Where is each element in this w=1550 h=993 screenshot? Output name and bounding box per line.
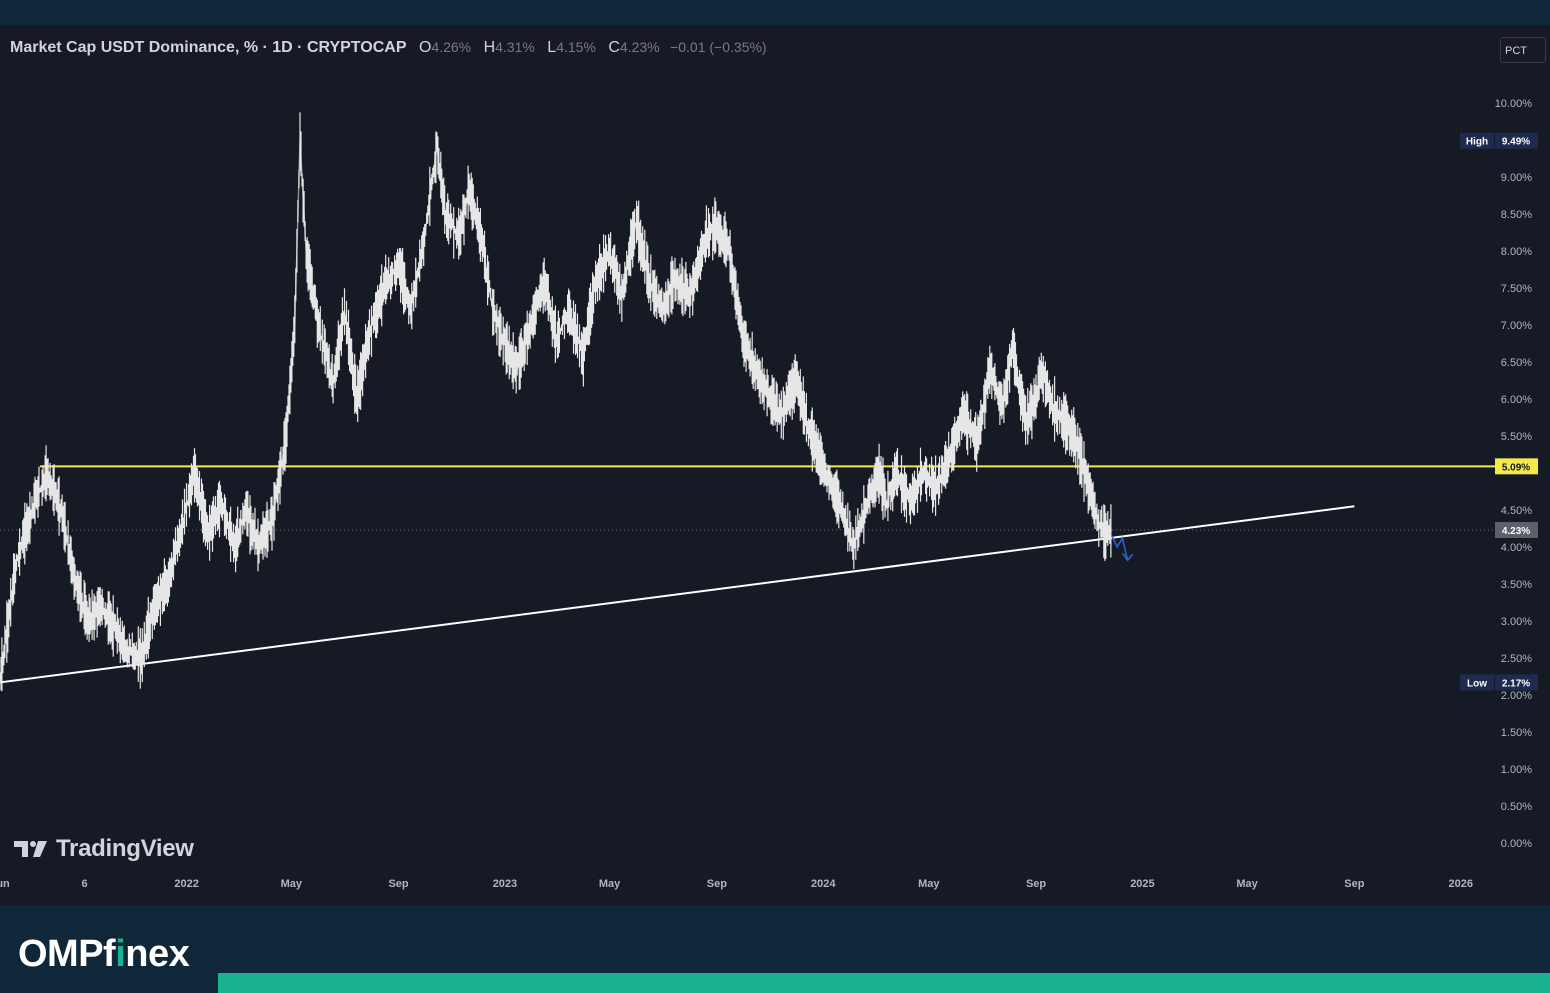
y-tick-label: 6.00% — [1501, 394, 1532, 406]
close-label: C — [608, 39, 620, 56]
high-badge-label: High — [1466, 137, 1488, 148]
x-tick-label: Sep — [707, 878, 727, 890]
tradingview-watermark: TradingView — [14, 835, 194, 863]
high-badge-value: 9.49% — [1502, 137, 1530, 148]
x-tick-label: May — [599, 878, 621, 890]
x-tick-label: 2025 — [1130, 878, 1154, 890]
y-tick-label: 0.00% — [1501, 838, 1532, 850]
last-price-badge-value: 4.23% — [1502, 526, 1530, 537]
y-tick-label: 8.50% — [1501, 209, 1532, 221]
y-tick-label: 4.00% — [1501, 542, 1532, 554]
y-tick-label: 5.50% — [1501, 431, 1532, 443]
axis-labels-layer: 10.00% 9.00% 8.50% 8.00% 7.50% 7.00% 6.50% 6.00… — [0, 98, 1538, 890]
y-tick-label: 9.00% — [1501, 172, 1532, 184]
low-value: 4.15% — [556, 39, 596, 55]
high-badge: High 9.49% — [1460, 132, 1538, 149]
footer-accent-bar — [218, 973, 1550, 993]
change-value: −0.01 (−0.35%) — [670, 39, 767, 55]
y-tick-label: 2.00% — [1501, 690, 1532, 702]
y-tick-label: 7.50% — [1501, 283, 1532, 295]
x-tick-label: May — [1236, 878, 1258, 890]
y-tick-label: 10.00% — [1495, 98, 1533, 110]
level-badge: 5.09% — [1495, 458, 1538, 475]
y-tick-label: 1.50% — [1501, 727, 1532, 739]
level-badge-value: 5.09% — [1502, 462, 1530, 473]
x-tick-label: May — [918, 878, 940, 890]
x-tick-label: 2026 — [1449, 878, 1473, 890]
projection-arrowhead — [1121, 552, 1134, 562]
high-value: 4.31% — [495, 39, 535, 55]
price-series-layer — [0, 112, 1134, 692]
low-badge-label: Low — [1467, 678, 1487, 689]
y-tick-label: 6.50% — [1501, 357, 1532, 369]
tradingview-logo-icon — [14, 841, 47, 857]
last-price-badge: 4.23% — [1495, 521, 1538, 538]
chart-panel: 10.00% 9.00% 8.50% 8.00% 7.50% 7.00% 6.50% 6.00… — [0, 25, 1550, 905]
price-chart[interactable]: 10.00% 9.00% 8.50% 8.00% 7.50% 7.00% 6.50% 6.00… — [0, 25, 1550, 905]
footer-band: OMPfinex — [0, 905, 1550, 993]
x-tick-label: Sep — [388, 878, 408, 890]
brand-part-1: OMPf — [18, 933, 116, 975]
ompfinex-logo: OMPfinex — [18, 933, 190, 976]
percent-scale-button[interactable]: PCT — [1500, 37, 1546, 63]
low-badge: Low 2.17% — [1460, 674, 1538, 691]
x-tick-label: 2024 — [811, 878, 836, 890]
tradingview-wordmark: TradingView — [56, 835, 194, 862]
y-tick-label: 0.50% — [1501, 801, 1532, 813]
y-tick-label: 8.00% — [1501, 246, 1532, 258]
low-badge-value: 2.17% — [1502, 678, 1530, 689]
x-tick-label: 6 — [82, 878, 88, 890]
top-frame-band — [0, 0, 1550, 25]
close-value: 4.23% — [619, 39, 660, 55]
y-tick-label: 1.00% — [1501, 764, 1532, 776]
open-value: 4.26% — [431, 39, 472, 55]
high-label: H — [483, 39, 496, 56]
y-tick-label: 3.50% — [1501, 579, 1532, 591]
x-tick-label: 2023 — [493, 878, 517, 890]
symbol-title[interactable]: Market Cap USDT Dominance, % · 1D · CRYP… — [10, 39, 407, 56]
x-tick-label: Jun — [0, 878, 10, 890]
y-tick-label: 4.50% — [1501, 505, 1532, 517]
open-label: O — [418, 39, 432, 56]
x-tick-label: Sep — [1344, 878, 1364, 890]
x-tick-label: May — [281, 878, 303, 890]
price-candles — [0, 112, 1112, 692]
y-tick-label: 7.00% — [1501, 320, 1532, 332]
chart-legend: Market Cap USDT Dominance, % · 1D · CRYP… — [10, 39, 767, 57]
brand-part-2: i — [115, 933, 126, 975]
low-label: L — [547, 39, 557, 56]
brand-part-3: nex — [125, 933, 190, 975]
y-tick-label: 2.50% — [1501, 653, 1532, 665]
x-tick-label: 2022 — [174, 878, 198, 890]
x-tick-label: Sep — [1026, 878, 1046, 890]
y-tick-label: 3.00% — [1501, 616, 1532, 628]
